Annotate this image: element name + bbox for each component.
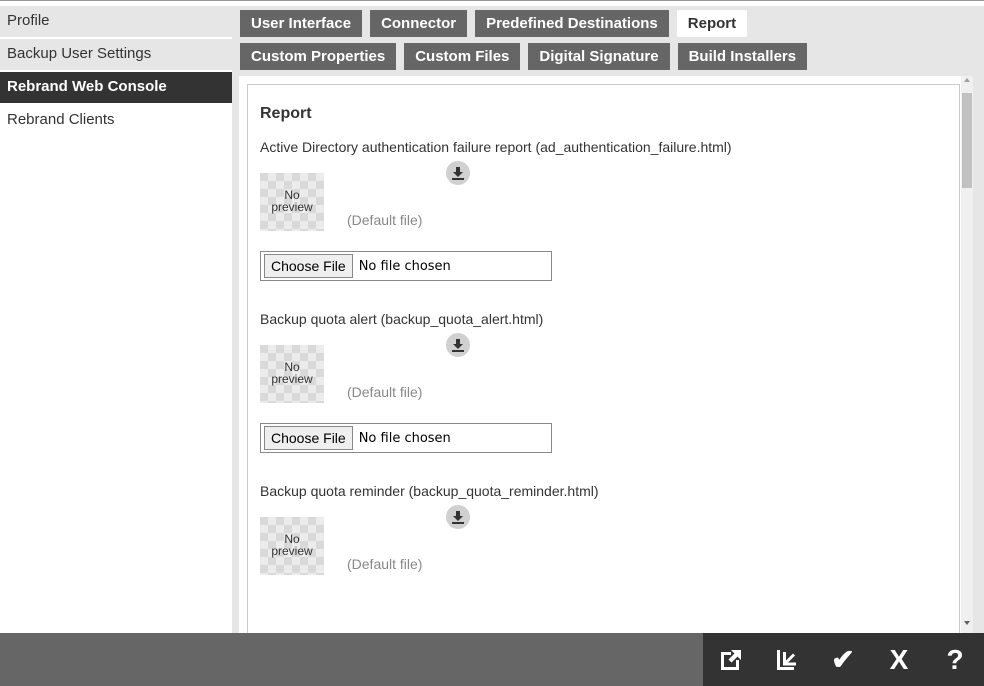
cancel-x-icon[interactable]: X: [871, 633, 927, 686]
tab-user-interface[interactable]: User Interface: [240, 10, 363, 37]
report-item: Backup quota alert (backup_quota_alert.h…: [260, 311, 947, 453]
report-list: Report Active Directory authentication f…: [247, 84, 960, 633]
sidebar: Profile Backup User Settings Rebrand Web…: [0, 6, 232, 633]
vertical-scrollbar[interactable]: [961, 76, 973, 633]
sidebar-item-rebrand-clients[interactable]: Rebrand Clients: [0, 105, 232, 138]
download-icon[interactable]: [446, 333, 470, 357]
scrollbar-thumb[interactable]: [962, 93, 972, 188]
download-icon[interactable]: [446, 505, 470, 529]
sidebar-item-backup-user-settings[interactable]: Backup User Settings: [0, 39, 232, 72]
report-label: Active Directory authentication failure …: [260, 139, 732, 155]
app-window: Profile Backup User Settings Rebrand Web…: [0, 0, 984, 686]
preview-row: No preview (Default file): [260, 333, 947, 403]
preview-thumbnail: No preview: [260, 345, 324, 403]
default-file-label: (Default file): [347, 556, 423, 572]
sidebar-item-profile[interactable]: Profile: [0, 6, 232, 39]
tab-digital-signature[interactable]: Digital Signature: [528, 43, 670, 70]
settings-panel: User Interface Connector Predefined Dest…: [232, 6, 984, 633]
report-item: Backup quota reminder (backup_quota_remi…: [260, 483, 947, 575]
default-file-label: (Default file): [347, 384, 423, 400]
tab-row-secondary: Custom Properties Custom Files Digital S…: [240, 43, 808, 70]
tab-content: Report Active Directory authentication f…: [239, 76, 973, 633]
scroll-down-arrow-icon[interactable]: [964, 621, 970, 625]
choose-file-button[interactable]: Choose File: [264, 426, 353, 450]
preview-thumbnail: No preview: [260, 173, 324, 231]
import-icon[interactable]: [759, 633, 815, 686]
tab-build-installers[interactable]: Build Installers: [677, 43, 808, 70]
report-label: Backup quota reminder (backup_quota_remi…: [260, 483, 599, 499]
tab-connector[interactable]: Connector: [370, 10, 468, 37]
tab-predefined-destinations[interactable]: Predefined Destinations: [475, 10, 669, 37]
file-status: No file chosen: [358, 430, 451, 446]
file-status: No file chosen: [358, 258, 451, 274]
footer-bar: ✔ X ?: [0, 633, 984, 686]
sidebar-item-rebrand-web-console[interactable]: Rebrand Web Console: [0, 72, 232, 105]
preview-row: No preview (Default file): [260, 161, 947, 231]
export-icon[interactable]: [703, 633, 759, 686]
help-icon[interactable]: ?: [927, 633, 983, 686]
question-glyph: ?: [946, 643, 964, 675]
save-check-icon[interactable]: ✔: [815, 633, 871, 686]
download-icon[interactable]: [446, 161, 470, 185]
section-title: Report: [260, 105, 312, 122]
choose-file-button[interactable]: Choose File: [264, 254, 353, 278]
scroll-up-arrow-icon[interactable]: [964, 78, 970, 82]
check-glyph: ✔: [831, 643, 855, 675]
file-input[interactable]: Choose File No file chosen: [260, 251, 552, 281]
tab-custom-properties[interactable]: Custom Properties: [240, 43, 397, 70]
x-glyph: X: [889, 643, 909, 675]
file-input[interactable]: Choose File No file chosen: [260, 423, 552, 453]
footer-actions: ✔ X ?: [703, 633, 984, 686]
tab-report[interactable]: Report: [676, 10, 748, 37]
default-file-label: (Default file): [347, 212, 423, 228]
report-item: Active Directory authentication failure …: [260, 139, 947, 281]
preview-thumbnail: No preview: [260, 517, 324, 575]
preview-row: No preview (Default file): [260, 505, 947, 575]
tab-row-primary: User Interface Connector Predefined Dest…: [240, 10, 748, 37]
report-label: Backup quota alert (backup_quota_alert.h…: [260, 311, 544, 327]
tab-custom-files[interactable]: Custom Files: [404, 43, 521, 70]
